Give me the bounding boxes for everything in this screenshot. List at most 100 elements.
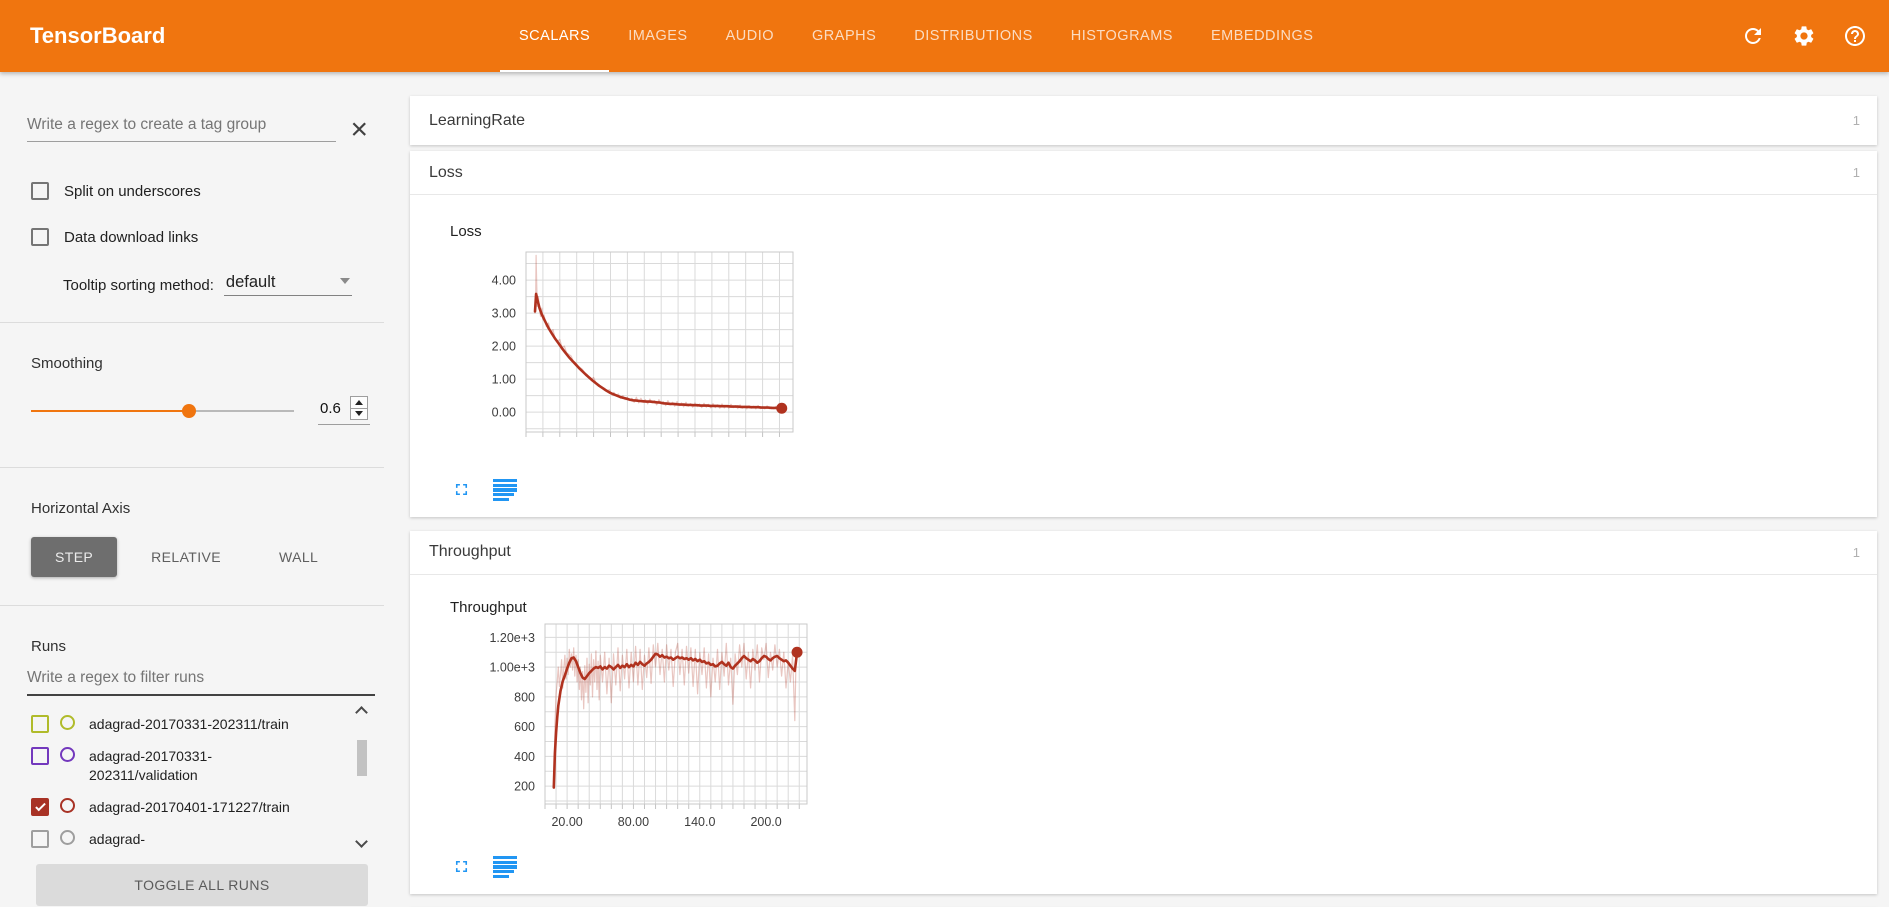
tab-scalars[interactable]: SCALARS [500,0,609,72]
check-icon [35,800,46,811]
svg-text:1.20e+3: 1.20e+3 [489,631,535,645]
split-underscores-label: Split on underscores [64,183,201,200]
smoothing-value: 0.6 [320,400,350,417]
run-checkbox[interactable] [31,798,49,816]
tab-images[interactable]: IMAGES [609,0,706,72]
tooltip-sorting-select[interactable]: default [224,273,352,296]
smoothing-label: Smoothing [31,355,384,372]
number-spinner[interactable] [350,396,368,420]
fullscreen-icon[interactable] [452,857,471,876]
smoothing-slider[interactable] [31,404,294,418]
tab-distributions[interactable]: DISTRIBUTIONS [895,0,1051,72]
run-checkbox[interactable] [31,747,49,765]
tab-audio[interactable]: AUDIO [707,0,793,72]
svg-text:200: 200 [514,780,535,794]
section-loss: Loss 1 Loss 0.00 1.00 2.00 3.00 4.00 [410,151,1877,517]
slider-thumb[interactable] [182,404,196,418]
loss-chart[interactable]: 0.00 1.00 2.00 3.00 4.00 [468,250,798,450]
split-underscores-checkbox-row[interactable]: Split on underscores [31,182,384,200]
nav-tabs: SCALARSIMAGESAUDIOGRAPHSDISTRIBUTIONSHIS… [500,0,1332,72]
section-count-badge: 1 [1853,165,1860,180]
axis-button-wall[interactable]: WALL [255,537,342,577]
divider [0,605,384,606]
toggle-all-runs-button[interactable]: TOGGLE ALL RUNS [36,864,368,906]
tab-histograms[interactable]: HISTOGRAMS [1052,0,1192,72]
smoothing-value-input[interactable]: 0.6 [318,396,370,425]
run-checkbox[interactable] [31,830,49,848]
section-title: LearningRate [429,112,525,130]
app-title: TensorBoard [30,23,200,49]
run-list-scrollbar[interactable] [352,702,370,854]
section-header-throughput[interactable]: Throughput 1 [410,531,1877,575]
svg-text:20.00: 20.00 [551,815,582,829]
run-item[interactable]: adagrad-20170401-171227/train [31,798,370,817]
run-color-ring [60,798,75,813]
clear-filter-icon[interactable]: × [350,120,368,140]
section-learningrate: LearningRate 1 [410,96,1877,145]
svg-text:3.00: 3.00 [492,307,516,321]
header-icons [1741,0,1889,72]
data-download-checkbox-row[interactable]: Data download links [31,228,384,246]
data-download-checkbox[interactable] [31,228,49,246]
split-underscores-checkbox[interactable] [31,182,49,200]
spinner-down-icon[interactable] [355,411,363,416]
svg-text:140.0: 140.0 [684,815,715,829]
refresh-icon[interactable] [1741,24,1765,48]
svg-text:600: 600 [514,720,535,734]
svg-text:2.00: 2.00 [492,340,516,354]
svg-text:4.00: 4.00 [492,274,516,288]
run-checkbox[interactable] [31,715,49,733]
axis-button-relative[interactable]: RELATIVE [127,537,245,577]
svg-text:800: 800 [514,690,535,704]
fullscreen-icon[interactable] [452,480,471,499]
scroll-up-icon[interactable] [355,706,368,719]
run-item[interactable]: adagrad- [31,830,370,849]
section-title: Loss [429,164,463,182]
run-name: adagrad- [89,830,145,849]
run-name: adagrad-20170401-171227/train [89,798,290,817]
chart-title-throughput: Throughput [450,599,1877,616]
throughput-chart[interactable]: 200 400 600 800 1.00e+3 1.20e+3 20.00 80.00 140.… [483,622,813,837]
help-icon[interactable] [1843,24,1867,48]
svg-text:80.00: 80.00 [618,815,649,829]
section-count-badge: 1 [1853,113,1860,128]
svg-text:1.00: 1.00 [492,373,516,387]
app-header: TensorBoard SCALARSIMAGESAUDIOGRAPHSDIST… [0,0,1889,72]
run-item[interactable]: adagrad-20170331-202311/validation [31,747,370,785]
settings-gear-icon[interactable] [1792,24,1816,48]
spinner-up-icon[interactable] [355,400,363,405]
divider [0,322,384,323]
tab-embeddings[interactable]: EMBEDDINGS [1192,0,1333,72]
chart-lines-icon[interactable] [493,856,517,878]
horizontal-axis-buttons: STEPRELATIVEWALL [31,537,384,577]
svg-text:1.00e+3: 1.00e+3 [489,661,535,675]
svg-text:200.0: 200.0 [750,815,781,829]
sidebar: × Split on underscores Data download lin… [0,72,384,907]
horizontal-axis-label: Horizontal Axis [31,500,384,517]
tag-regex-input[interactable] [27,116,336,142]
section-header-learningrate[interactable]: LearningRate 1 [410,96,1877,145]
scrollbar-thumb[interactable] [357,740,367,776]
axis-button-step[interactable]: STEP [31,537,117,577]
main-content: LearningRate 1 Loss 1 Loss 0.00 1.00 2.00 3… [384,72,1889,907]
runs-regex-input[interactable] [27,669,375,696]
run-color-ring [60,747,75,762]
run-color-ring [60,830,75,845]
section-throughput: Throughput 1 Throughput 200 400 600 800 1.00… [410,531,1877,894]
section-header-loss[interactable]: Loss 1 [410,151,1877,195]
tooltip-sorting-value: default [226,273,276,292]
tab-graphs[interactable]: GRAPHS [793,0,895,72]
run-color-ring [60,715,75,730]
run-list: adagrad-20170331-202311/train adagrad-201… [31,702,370,854]
run-item[interactable]: adagrad-20170331-202311/train [31,715,370,734]
slider-fill [31,410,189,412]
run-name: adagrad-20170331-202311/train [89,715,289,734]
scroll-down-icon[interactable] [355,835,368,848]
chart-title-loss: Loss [450,223,1877,240]
section-title: Throughput [429,543,511,561]
svg-text:400: 400 [514,750,535,764]
chart-lines-icon[interactable] [493,479,517,501]
svg-text:0.00: 0.00 [492,406,516,420]
chevron-down-icon [340,278,350,284]
tooltip-sorting-label: Tooltip sorting method: [63,277,214,296]
